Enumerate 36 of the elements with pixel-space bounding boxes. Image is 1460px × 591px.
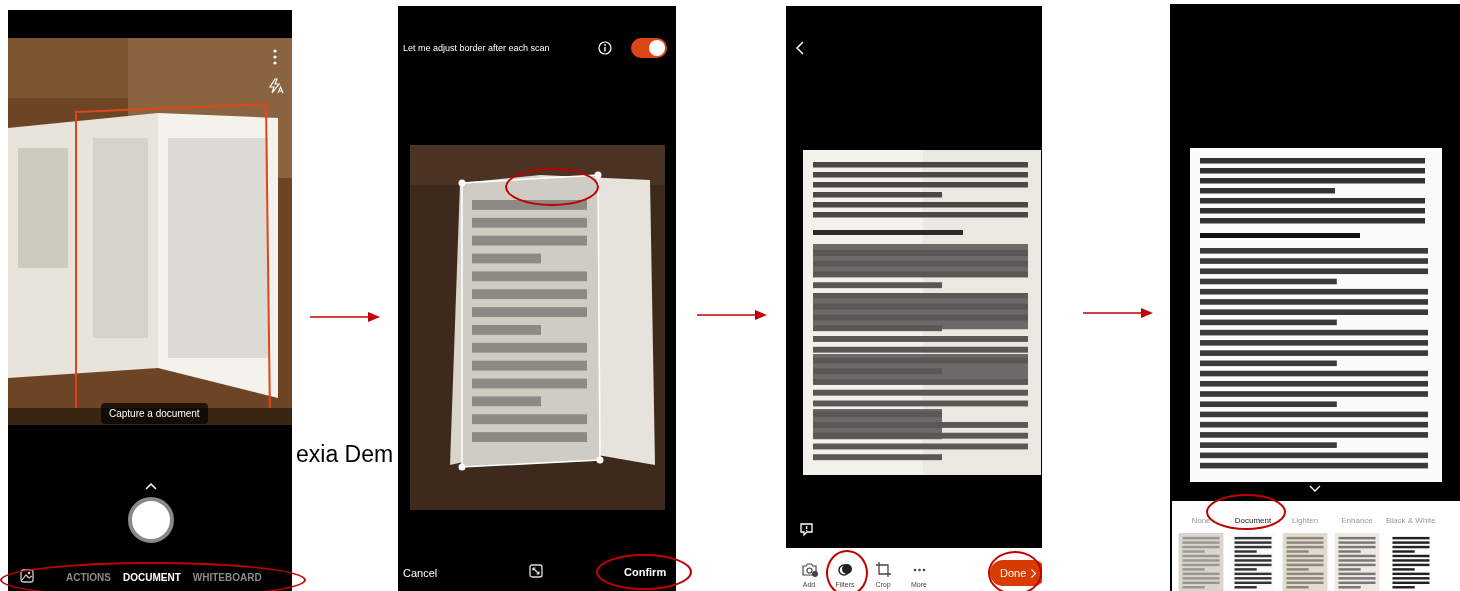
- back-icon[interactable]: [796, 41, 804, 55]
- filters-icon: [836, 561, 854, 578]
- cancel-button[interactable]: Cancel: [403, 565, 438, 582]
- expand-icon[interactable]: [529, 564, 543, 578]
- arrow: [697, 309, 767, 321]
- flash-auto-icon[interactable]: [268, 78, 284, 94]
- filter-label: None: [1191, 515, 1211, 527]
- annotation-ellipse: [988, 551, 1042, 591]
- mode-tab[interactable]: DOCUMENT: [123, 570, 181, 585]
- add-icon: [800, 561, 818, 578]
- more-icon: [912, 567, 926, 572]
- filter-label: Black & White: [1386, 515, 1436, 527]
- filter-label: Lighten: [1291, 515, 1319, 527]
- mode-tab[interactable]: WHITEBOARD: [192, 570, 262, 585]
- arrow: [1083, 307, 1153, 319]
- slide-text: exia Dem: [296, 443, 394, 466]
- done-button[interactable]: Done: [990, 560, 1042, 586]
- shutter-button[interactable]: [128, 497, 174, 543]
- hint-label: Capture a document: [101, 403, 208, 424]
- filter-label: Enhance: [1341, 515, 1373, 527]
- info-icon[interactable]: [598, 41, 612, 55]
- crop-icon: [874, 561, 892, 578]
- chevron-up-icon[interactable]: [145, 482, 157, 490]
- filter-option[interactable]: Document: [1230, 515, 1276, 591]
- confirm-button[interactable]: Confirm: [624, 564, 667, 581]
- gallery-icon[interactable]: [20, 569, 34, 583]
- toggle-switch[interactable]: [631, 38, 667, 58]
- mode-tab[interactable]: ACTIONS: [66, 570, 111, 585]
- filter-label: Document: [1234, 515, 1272, 527]
- feedback-icon[interactable]: [799, 522, 814, 537]
- chevron-right-icon: [1031, 568, 1037, 578]
- setting-label: Let me adjust border after each scan: [403, 42, 550, 55]
- annotation-ellipse: [826, 550, 868, 591]
- arrow: [310, 311, 380, 323]
- chevron-down-icon[interactable]: [1309, 485, 1321, 492]
- more-icon[interactable]: [272, 49, 278, 65]
